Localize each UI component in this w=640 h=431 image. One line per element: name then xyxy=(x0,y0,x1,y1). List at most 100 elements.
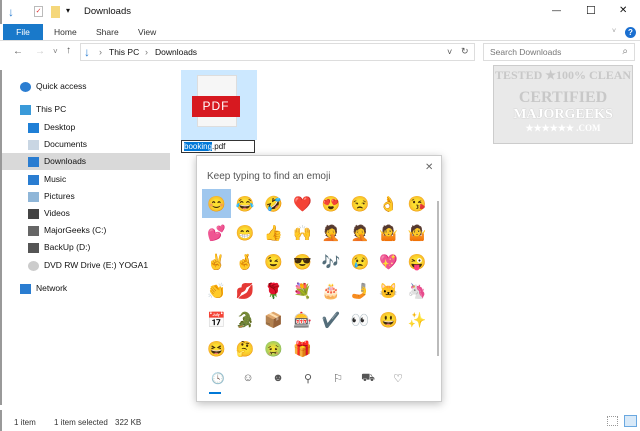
up-button[interactable]: ↑ xyxy=(66,45,71,56)
forward-button[interactable]: → xyxy=(35,46,45,57)
minimize-button[interactable]: — xyxy=(552,5,561,15)
emoji-item[interactable]: 😘 xyxy=(403,189,432,218)
emoji-item[interactable]: 😒 xyxy=(345,189,374,218)
emoji-item[interactable]: 😎 xyxy=(288,247,317,276)
sidebar-item-dvd-rw-drive-e-yoga1[interactable]: DVD RW Drive (E:) YOGA1 xyxy=(2,257,170,274)
search-icon: ⌕ xyxy=(622,46,628,57)
sidebar-item-pictures[interactable]: Pictures xyxy=(2,188,170,205)
emoji-item[interactable]: 🎂 xyxy=(317,276,346,305)
category-people-icon[interactable]: ☻ xyxy=(263,372,293,386)
category-recent-icon[interactable]: 🕓 xyxy=(203,372,233,386)
file-item-booking[interactable]: PDF xyxy=(181,70,257,140)
address-dropdown-icon[interactable]: ˅ xyxy=(447,47,452,57)
help-icon[interactable]: ? xyxy=(625,27,636,38)
tab-share[interactable]: Share xyxy=(96,24,119,40)
sidebar-item-videos[interactable]: Videos xyxy=(2,205,170,222)
emoji-item[interactable]: 🐊 xyxy=(231,305,260,334)
sidebar-item-label: DVD RW Drive (E:) YOGA1 xyxy=(44,260,149,270)
emoji-item[interactable]: 😆 xyxy=(202,334,231,363)
sidebar-item-music[interactable]: Music xyxy=(2,171,170,188)
maximize-button[interactable]: ☐ xyxy=(586,4,596,17)
emoji-item[interactable]: 📅 xyxy=(202,305,231,334)
emoji-item[interactable]: 👌 xyxy=(374,189,403,218)
emoji-item[interactable]: 💕 xyxy=(202,218,231,247)
search-placeholder: Search Downloads xyxy=(490,47,562,57)
music-icon xyxy=(28,175,39,185)
navigation-pane: Quick access This PC Desktop Documents Downl… xyxy=(0,70,170,405)
emoji-item[interactable]: 💐 xyxy=(288,276,317,305)
properties-icon[interactable]: ✓ xyxy=(34,6,43,17)
sidebar-item-downloads[interactable]: Downloads xyxy=(2,153,170,170)
category-celebration-icon[interactable]: ⚲ xyxy=(293,372,323,386)
sidebar-item-network[interactable]: Network xyxy=(2,280,170,297)
emoji-item[interactable]: 😍 xyxy=(317,189,346,218)
category-food-icon[interactable]: ⚐ xyxy=(323,372,353,386)
emoji-item[interactable]: 😊 xyxy=(202,189,231,218)
emoji-item[interactable]: ✌️ xyxy=(202,247,231,276)
emoji-item[interactable]: 💋 xyxy=(231,276,260,305)
sidebar-item-label: Pictures xyxy=(44,191,75,201)
emoji-item[interactable]: 😢 xyxy=(345,247,374,276)
breadcrumb-downloads[interactable]: Downloads xyxy=(155,47,197,57)
large-icons-view-button[interactable] xyxy=(624,415,637,427)
address-bar[interactable]: ↓ › This PC › Downloads ˅ ↻ xyxy=(80,43,475,61)
emoji-item[interactable]: 🤣 xyxy=(259,189,288,218)
emoji-item[interactable]: ✨ xyxy=(403,305,432,334)
tab-home[interactable]: Home xyxy=(54,24,77,40)
emoji-item[interactable]: 💖 xyxy=(374,247,403,276)
emoji-item[interactable]: 👏 xyxy=(202,276,231,305)
breadcrumb-this-pc[interactable]: This PC xyxy=(109,47,139,57)
tab-view[interactable]: View xyxy=(138,24,156,40)
emoji-item[interactable]: 🤳 xyxy=(345,276,374,305)
sidebar-item-majorgeeks-c[interactable]: MajorGeeks (C:) xyxy=(2,222,170,239)
emoji-item[interactable]: 😂 xyxy=(231,189,260,218)
emoji-item[interactable]: 🦄 xyxy=(403,276,432,305)
emoji-item[interactable]: 🤔 xyxy=(231,334,260,363)
emoji-item[interactable]: 🤦 xyxy=(345,218,374,247)
recent-locations-button[interactable]: ˅ xyxy=(53,47,58,56)
emoji-item[interactable]: 🤷 xyxy=(403,218,432,247)
close-emoji-panel-button[interactable]: ✕ xyxy=(425,162,433,173)
emoji-item[interactable]: 🙌 xyxy=(288,218,317,247)
emoji-item[interactable]: 🎶 xyxy=(317,247,346,276)
details-view-button[interactable] xyxy=(607,416,618,426)
close-button[interactable]: ✕ xyxy=(619,5,627,16)
emoji-item[interactable]: 🎰 xyxy=(288,305,317,334)
emoji-item[interactable]: ❤️ xyxy=(288,189,317,218)
emoji-item[interactable]: 🤢 xyxy=(259,334,288,363)
sidebar-item-desktop[interactable]: Desktop xyxy=(2,119,170,136)
emoji-item[interactable]: 😉 xyxy=(259,247,288,276)
emoji-item[interactable]: 👀 xyxy=(345,305,374,334)
sidebar-item-backup-d[interactable]: BackUp (D:) xyxy=(2,239,170,256)
sidebar-item-this-pc[interactable]: This PC xyxy=(2,101,170,118)
emoji-item[interactable]: 🐱 xyxy=(374,276,403,305)
emoji-item[interactable]: 🤞 xyxy=(231,247,260,276)
refresh-icon[interactable]: ↻ xyxy=(461,46,469,57)
status-bar: 1 item 1 item selected 322 KB xyxy=(0,410,640,431)
emoji-item[interactable]: 👍 xyxy=(259,218,288,247)
sidebar-item-quick-access[interactable]: Quick access xyxy=(2,78,170,95)
category-symbols-icon[interactable]: ♡ xyxy=(383,372,413,386)
sidebar-item-documents[interactable]: Documents xyxy=(2,136,170,153)
customize-toolbar-icon[interactable]: ▾ xyxy=(66,6,70,15)
emoji-item[interactable]: 😃 xyxy=(374,305,403,334)
back-button[interactable]: ← xyxy=(13,46,23,57)
watermark-line: TESTED ★100% CLEAN xyxy=(494,68,632,82)
rename-input[interactable]: booking.pdf xyxy=(181,140,255,153)
category-transport-icon[interactable]: ⛟ xyxy=(353,372,383,386)
emoji-item[interactable]: 😜 xyxy=(403,247,432,276)
scrollbar[interactable] xyxy=(437,201,439,356)
category-smiley-icon[interactable]: ☺ xyxy=(233,372,263,386)
pdf-file-icon: PDF xyxy=(192,75,240,127)
emoji-item[interactable]: 🤦 xyxy=(317,218,346,247)
emoji-item[interactable]: ✔️ xyxy=(317,305,346,334)
emoji-item[interactable]: 🤷 xyxy=(374,218,403,247)
emoji-item[interactable]: 😁 xyxy=(231,218,260,247)
emoji-item[interactable]: 🌹 xyxy=(259,276,288,305)
search-input[interactable]: Search Downloads ⌕ xyxy=(483,43,635,61)
tab-file[interactable]: File xyxy=(3,24,43,40)
emoji-item[interactable]: 📦 xyxy=(259,305,288,334)
emoji-item[interactable]: 🎁 xyxy=(288,334,317,363)
new-folder-icon[interactable] xyxy=(51,6,60,18)
expand-ribbon-icon[interactable]: ˅ xyxy=(612,28,616,35)
